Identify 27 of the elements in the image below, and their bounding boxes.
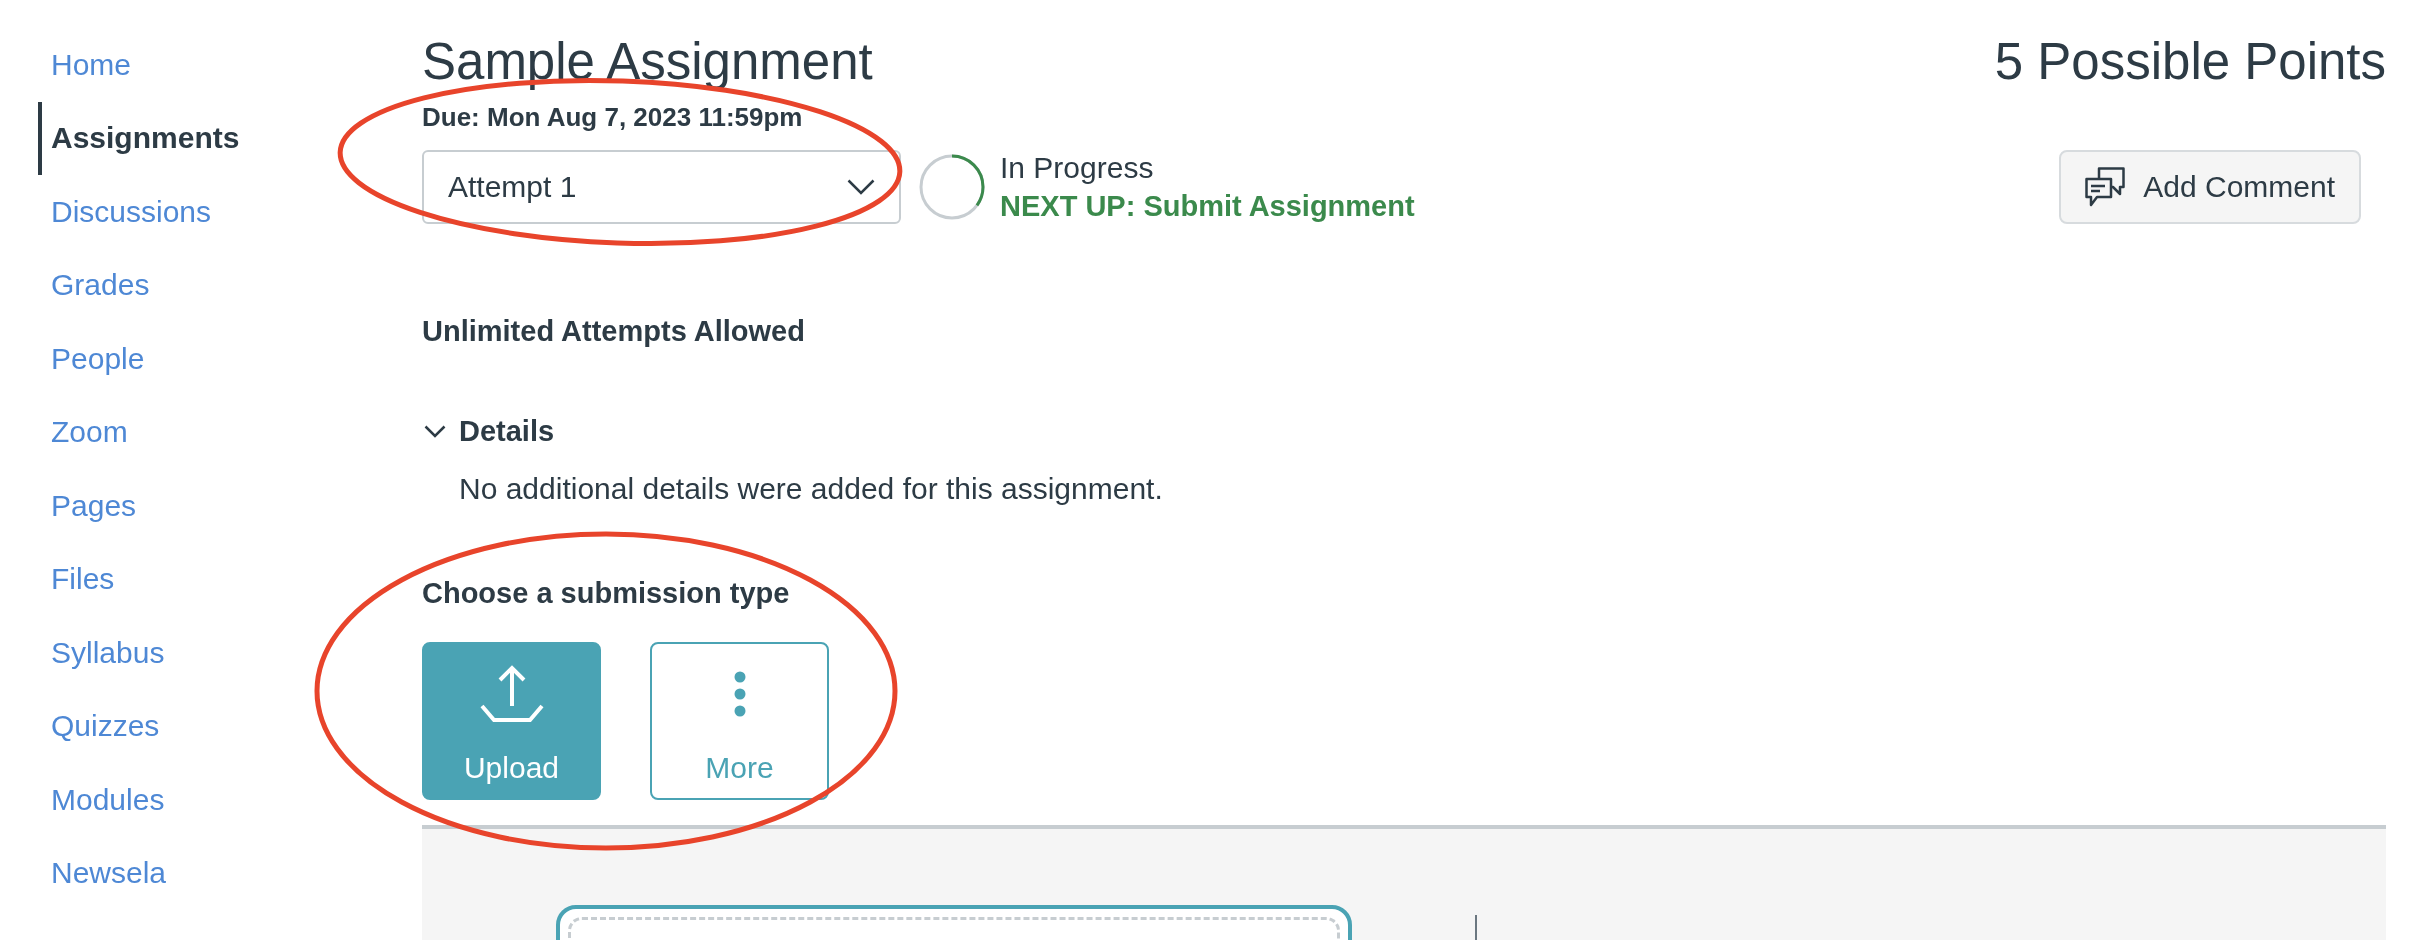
sidebar-link[interactable]: Home — [38, 28, 422, 102]
next-step-text: NEXT UP: Submit Assignment — [1000, 192, 1415, 221]
due-date: Due: Mon Aug 7, 2023 11:59pm — [422, 104, 803, 130]
more-dots-icon — [733, 671, 746, 717]
status-text: In Progress — [1000, 153, 1155, 183]
sidebar-link[interactable]: Pages — [38, 469, 422, 543]
details-toggle[interactable]: Details — [424, 417, 555, 446]
comment-icon — [2085, 167, 2126, 207]
attempt-select[interactable]: Attempt 1 — [422, 150, 901, 224]
sidebar-link[interactable]: Quizzes — [38, 689, 422, 763]
sidebar-link[interactable]: Syllabus — [38, 616, 422, 690]
sidebar-link[interactable]: Newsela — [38, 836, 422, 910]
submission-heading: Choose a submission type — [422, 579, 790, 608]
sidebar-link[interactable]: Zoom — [38, 395, 422, 469]
upload-type-button[interactable]: Upload — [422, 642, 601, 800]
sidebar-link[interactable]: Discussions — [38, 175, 422, 249]
sidebar-link[interactable]: People — [38, 322, 422, 396]
chevron-down-icon — [847, 179, 875, 195]
more-type-button[interactable]: More — [650, 642, 829, 800]
sidebar-link[interactable]: Modules — [38, 763, 422, 837]
details-text: No additional details were added for this assignment. — [459, 474, 1163, 504]
points-label: 5 Possible Points — [1994, 36, 2386, 87]
attempts-note: Unlimited Attempts Allowed — [422, 317, 805, 346]
sidebar-link[interactable]: Files — [38, 542, 422, 616]
add-comment-button[interactable]: Add Comment — [2059, 150, 2361, 224]
upload-icon — [479, 664, 544, 724]
sidebar-link[interactable]: Grades — [38, 248, 422, 322]
